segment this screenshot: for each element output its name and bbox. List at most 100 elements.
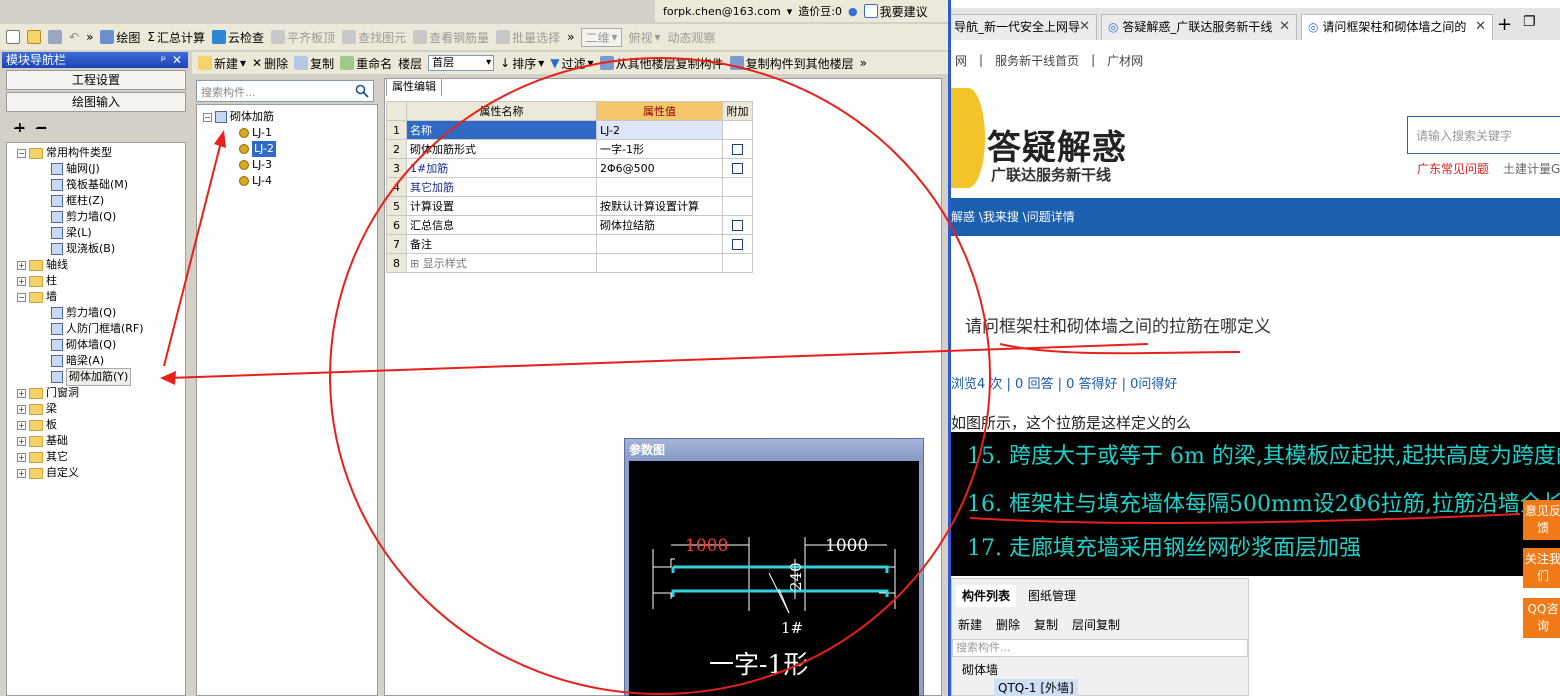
expand-icon[interactable]: + — [17, 436, 26, 446]
bell-icon[interactable]: ● — [848, 5, 858, 18]
property-row[interactable]: 4 其它加筋 — [386, 177, 753, 197]
module-tree-item[interactable]: 暗梁(A) — [51, 353, 104, 369]
view-angle-button[interactable]: 俯视 ▾ — [629, 29, 661, 46]
property-row[interactable]: 6 汇总信息 砌体拉结筋 — [386, 215, 753, 235]
find-element-button[interactable]: 查找图元 — [342, 29, 406, 46]
toolbar-overflow-icon[interactable]: » — [86, 30, 93, 44]
property-row[interactable]: 5 计算设置 按默认计算设置计算 — [386, 196, 753, 216]
module-tree-item[interactable]: 筏板基础(M) — [51, 177, 128, 193]
module-tree-item[interactable]: + 基础 — [17, 433, 68, 449]
module-tree-item[interactable]: + 门窗洞 — [17, 385, 79, 401]
module-tree-item[interactable]: + 轴线 — [17, 257, 68, 273]
collapse-icon[interactable]: − — [203, 112, 212, 122]
new-component-button[interactable]: 新建 ▾ — [198, 55, 246, 72]
expand-icon[interactable]: + — [17, 452, 26, 462]
follow-us-button[interactable]: 关注我们 — [1523, 548, 1560, 588]
tab-component-list[interactable]: 构件列表 — [956, 585, 1017, 607]
collapse-all-icon[interactable]: −̶ — [36, 120, 48, 136]
feedback-button[interactable]: 意见反馈 — [1523, 500, 1560, 540]
close-tab-icon[interactable]: ✕ — [1079, 15, 1090, 39]
copy-component-button[interactable]: 复制 — [294, 55, 334, 72]
chevron-down-icon[interactable]: ▾ — [787, 5, 793, 18]
module-tree-item[interactable]: 轴网(J) — [51, 161, 100, 177]
property-value[interactable]: LJ-2 — [596, 120, 723, 140]
component-item[interactable]: LJ-3 — [239, 157, 272, 173]
expand-icon[interactable]: + — [17, 276, 26, 286]
property-row[interactable]: 2 砌体加筋形式 一字-1形 — [386, 139, 753, 159]
module-tree-item[interactable]: + 其它 — [17, 449, 68, 465]
draw-button[interactable]: 绘图 — [100, 29, 140, 46]
module-tree-item[interactable]: 人防门框墙(RF) — [51, 321, 144, 337]
component-search-input[interactable]: 搜索构件... — [196, 80, 374, 102]
suggest-button[interactable]: 我要建议 — [863, 3, 928, 20]
view-rebar-button[interactable]: 查看钢筋量 — [413, 29, 489, 46]
property-value[interactable]: 2Φ6@500 — [596, 158, 723, 178]
property-row[interactable]: 8 ⊞ 显示样式 — [386, 253, 753, 273]
mini-tree-item[interactable]: QTQ-1 [外墙] — [994, 679, 1078, 696]
copy-to-floor-button[interactable]: 复制构件到其他楼层 — [729, 55, 854, 72]
module-tree-item[interactable]: 砌体墙(Q) — [51, 337, 116, 353]
module-tree-item[interactable]: − 常用构件类型 — [17, 145, 112, 161]
drawing-input-button[interactable]: 绘图输入 — [6, 92, 186, 112]
property-value[interactable] — [596, 253, 723, 273]
site-link[interactable]: 服务新干线首页 — [995, 52, 1079, 69]
search-icon[interactable] — [352, 82, 372, 100]
sort-button[interactable]: ↓ 排序 ▾ — [500, 55, 544, 72]
expand-icon[interactable]: + — [17, 388, 26, 398]
user-email[interactable]: forpk.chen@163.com — [663, 5, 781, 18]
property-row[interactable]: 3 1#加筋 2Φ6@500 — [386, 158, 753, 178]
component-item[interactable]: LJ-4 — [239, 173, 272, 189]
toolbar-overflow-icon-2[interactable]: » — [567, 30, 574, 44]
module-tree-item[interactable]: 剪力墙(Q) — [51, 305, 116, 321]
property-row[interactable]: 7 备注 — [386, 234, 753, 254]
property-value[interactable] — [596, 234, 723, 254]
cloud-check-button[interactable]: 云检查 — [212, 29, 264, 46]
module-tree-item[interactable]: 砌体加筋(Y) — [51, 368, 132, 386]
hot-link[interactable]: 广东常见问题 — [1417, 160, 1489, 177]
flat-top-button[interactable]: 平齐板顶 — [271, 29, 335, 46]
expand-icon[interactable]: + — [17, 404, 26, 414]
property-value[interactable]: 按默认计算设置计算 — [596, 196, 723, 216]
toolbar-overflow-icon-3[interactable]: » — [860, 56, 867, 70]
expand-icon[interactable]: + — [17, 260, 26, 270]
mini-new-button[interactable]: 新建 — [958, 616, 982, 633]
browser-tab-qa[interactable]: ◎ 答疑解惑_广联达服务新干线 ✕ — [1101, 14, 1297, 40]
breadcrumb[interactable]: 解惑 \我来搜 \问题详情 — [951, 198, 1560, 236]
dynamic-view-button[interactable]: 动态观察 — [668, 29, 716, 46]
site-link[interactable]: 网 — [955, 52, 967, 69]
collapse-icon[interactable]: − — [17, 148, 26, 158]
mini-copy-button[interactable]: 复制 — [1034, 616, 1058, 633]
batch-select-button[interactable]: 批量选择 — [496, 29, 560, 46]
property-value[interactable]: 砌体拉结筋 — [596, 215, 723, 235]
tab-property-edit[interactable]: 属性编辑 — [386, 78, 442, 96]
component-item[interactable]: LJ-1 — [239, 125, 272, 141]
tab-drawing-manage[interactable]: 图纸管理 — [1022, 585, 1082, 607]
mini-delete-button[interactable]: 删除 — [996, 616, 1020, 633]
module-tree-item[interactable]: 剪力墙(Q) — [51, 209, 116, 225]
view-mode-select[interactable]: 二维 ▾ — [581, 27, 622, 47]
expand-icon[interactable]: + — [17, 468, 26, 478]
mini-tree-root[interactable]: 砌体墙 — [962, 661, 998, 678]
pin-icon[interactable]: ᵖ — [161, 52, 166, 68]
new-file-icon[interactable] — [6, 30, 20, 44]
property-row[interactable]: 1 名称 LJ-2 — [386, 120, 753, 140]
copy-from-floor-button[interactable]: 从其他楼层复制构件 — [599, 55, 724, 72]
module-tree-item[interactable]: + 柱 — [17, 273, 57, 289]
module-tree-item[interactable]: 现浇板(B) — [51, 241, 115, 257]
summary-button[interactable]: Σ 汇总计算 — [147, 29, 205, 46]
extra-checkbox[interactable] — [732, 144, 743, 155]
close-icon[interactable]: ✕ — [172, 52, 182, 68]
property-value[interactable]: 一字-1形 — [596, 139, 723, 159]
undo-icon[interactable]: ↶ — [69, 30, 79, 44]
extra-checkbox[interactable] — [732, 239, 743, 250]
module-tree-item[interactable]: 梁(L) — [51, 225, 92, 241]
module-tree-item[interactable]: + 梁 — [17, 401, 57, 417]
qq-consult-button[interactable]: QQ咨询 — [1523, 598, 1560, 638]
site-link[interactable]: 广材网 — [1107, 52, 1143, 69]
browser-tab-question[interactable]: ◎ 请问框架柱和砌体墙之间的 ✕ — [1301, 14, 1493, 40]
open-folder-icon[interactable] — [27, 30, 41, 44]
component-item[interactable]: LJ-2 — [239, 141, 276, 157]
module-tree-item[interactable]: 框柱(Z) — [51, 193, 104, 209]
filter-button[interactable]: ▼ 过滤 ▾ — [550, 55, 593, 72]
module-tree-item[interactable]: − 墙 — [17, 289, 57, 305]
